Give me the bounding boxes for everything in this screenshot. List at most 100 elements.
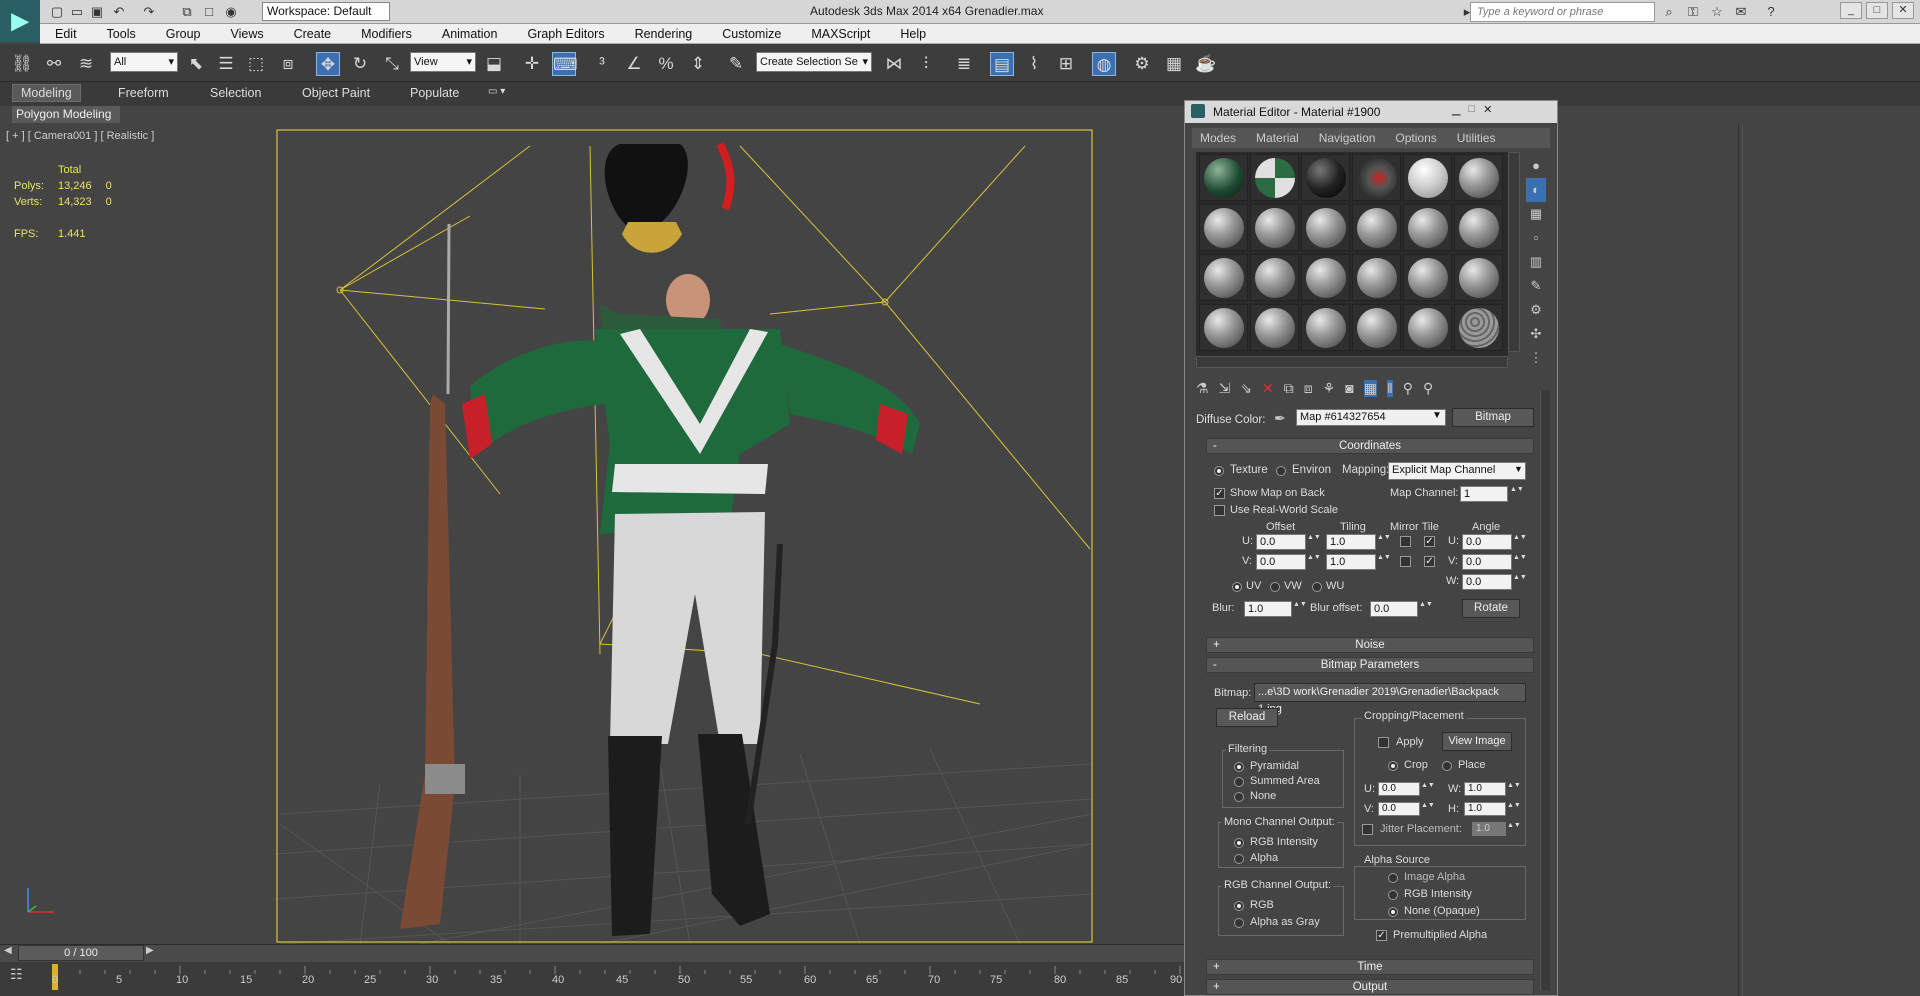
tab-selection[interactable]: Selection bbox=[210, 86, 261, 100]
alpha-rgb-intensity-radio[interactable] bbox=[1388, 890, 1398, 900]
make-unique-icon[interactable]: ⧈ bbox=[1304, 380, 1313, 397]
place-radio[interactable] bbox=[1442, 761, 1452, 771]
spinner-arrows-icon[interactable]: ▲▼ bbox=[1513, 574, 1527, 590]
sample-slot[interactable] bbox=[1301, 204, 1350, 251]
vw-radio[interactable] bbox=[1270, 582, 1280, 592]
render-setup-icon[interactable]: ⚙ bbox=[1130, 52, 1154, 76]
environ-radio[interactable] bbox=[1276, 466, 1286, 476]
menu-create[interactable]: Create bbox=[279, 27, 347, 41]
apply-checkbox[interactable] bbox=[1378, 737, 1389, 748]
put-to-library-icon[interactable]: ⚘ bbox=[1323, 380, 1336, 397]
move-icon[interactable]: ✥ bbox=[316, 52, 340, 76]
menu-help[interactable]: Help bbox=[885, 27, 941, 41]
tiling-u-spinner[interactable]: 1.0 bbox=[1326, 534, 1376, 550]
sample-slot[interactable] bbox=[1403, 154, 1452, 201]
tab-object-paint[interactable]: Object Paint bbox=[302, 86, 370, 100]
window-crossing-icon[interactable]: ⧈ bbox=[276, 52, 300, 76]
wu-radio[interactable] bbox=[1312, 582, 1322, 592]
offset-u-spinner[interactable]: 0.0 bbox=[1256, 534, 1306, 550]
image-alpha-radio[interactable] bbox=[1388, 873, 1398, 883]
crop-w-spinner[interactable]: 1.0 bbox=[1464, 782, 1506, 796]
med-maximize-button[interactable]: □ bbox=[1468, 103, 1475, 116]
spinner-arrows-icon[interactable]: ▲▼ bbox=[1507, 782, 1521, 796]
go-to-parent-icon[interactable]: ⚲ bbox=[1403, 380, 1413, 397]
mono-rgb-intensity-radio[interactable] bbox=[1234, 838, 1244, 848]
none-opaque-radio[interactable] bbox=[1388, 907, 1398, 917]
backlight-icon[interactable]: ◐ bbox=[1526, 178, 1546, 202]
map-type-button[interactable]: Bitmap bbox=[1452, 408, 1534, 427]
summed-area-radio[interactable] bbox=[1234, 777, 1244, 787]
ribbon-panel-polygon-modeling[interactable]: Polygon Modeling bbox=[12, 106, 120, 123]
material-map-navigator-icon[interactable]: ⋮ bbox=[1526, 346, 1546, 370]
spinner-arrows-icon[interactable]: ▲▼ bbox=[1421, 802, 1435, 816]
project-icon[interactable]: ◉ bbox=[222, 3, 240, 21]
time-slider-prev-icon[interactable]: ◀ bbox=[4, 945, 12, 956]
spinner-snap-icon[interactable]: ⇕ bbox=[686, 52, 710, 76]
med-minimize-button[interactable]: ▁ bbox=[1452, 103, 1460, 116]
crop-radio[interactable] bbox=[1388, 761, 1398, 771]
key-icon[interactable]: ⚿ bbox=[1684, 3, 1702, 21]
menu-maxscript[interactable]: MAXScript bbox=[796, 27, 885, 41]
spinner-arrows-icon[interactable]: ▲▼ bbox=[1513, 554, 1527, 570]
sample-uv-tiling-icon[interactable]: ▫ bbox=[1526, 226, 1546, 250]
angle-w-spinner[interactable]: 0.0 bbox=[1462, 574, 1512, 590]
scale-icon[interactable]: ⤡ bbox=[380, 52, 404, 76]
bitmap-parameters-rollout-header[interactable]: - Bitmap Parameters bbox=[1206, 657, 1534, 673]
mono-alpha-radio[interactable] bbox=[1234, 854, 1244, 864]
tiling-v-spinner[interactable]: 1.0 bbox=[1326, 554, 1376, 570]
menu-edit[interactable]: Edit bbox=[40, 27, 92, 41]
noise-rollout-header[interactable]: + Noise bbox=[1206, 637, 1534, 653]
select-by-name-icon[interactable]: ☰ bbox=[214, 52, 238, 76]
select-by-material-icon[interactable]: ✣ bbox=[1526, 322, 1546, 346]
get-material-icon[interactable]: ⚗ bbox=[1196, 380, 1209, 397]
sample-slot[interactable] bbox=[1454, 154, 1503, 201]
binoculars-icon[interactable]: ⌕ bbox=[1660, 3, 1678, 21]
sample-slot[interactable] bbox=[1352, 254, 1401, 301]
menu-views[interactable]: Views bbox=[215, 27, 278, 41]
coordinates-rollout-header[interactable]: - Coordinates bbox=[1206, 438, 1534, 454]
offset-v-spinner[interactable]: 0.0 bbox=[1256, 554, 1306, 570]
time-slider[interactable] bbox=[0, 944, 1185, 962]
select-manipulate-icon[interactable]: ✛ bbox=[520, 52, 544, 76]
premultiplied-alpha-checkbox[interactable]: ✓ bbox=[1376, 930, 1387, 941]
spinner-arrows-icon[interactable]: ▲▼ bbox=[1377, 534, 1391, 550]
menu-graph-editors[interactable]: Graph Editors bbox=[512, 27, 619, 41]
tile-v-checkbox[interactable]: ✓ bbox=[1424, 556, 1435, 567]
sample-slot[interactable] bbox=[1352, 204, 1401, 251]
med-menu-modes[interactable]: Modes bbox=[1200, 128, 1236, 148]
render-production-icon[interactable]: ☕ bbox=[1194, 52, 1218, 76]
selection-filter-dropdown[interactable]: All bbox=[110, 52, 178, 72]
sample-slots-vscrollbar[interactable] bbox=[1508, 152, 1520, 352]
menu-tools[interactable]: Tools bbox=[92, 27, 151, 41]
percent-snap-icon[interactable]: % bbox=[654, 52, 678, 76]
align-icon[interactable]: ⫶ bbox=[914, 52, 938, 76]
app-logo-button[interactable]: ▶ bbox=[0, 0, 40, 42]
tile-u-checkbox[interactable]: ✓ bbox=[1424, 536, 1435, 547]
mini-curve-editor-icon[interactable]: ☷ bbox=[10, 966, 34, 988]
reset-map-icon[interactable]: ✕ bbox=[1262, 380, 1274, 397]
show-shaded-material-icon[interactable]: ▦ bbox=[1363, 380, 1377, 397]
keyboard-shortcut-override-icon[interactable]: ⌨ bbox=[552, 52, 578, 76]
view-image-button[interactable]: View Image bbox=[1442, 732, 1512, 751]
ribbon-options-icon[interactable]: ▭ ▾ bbox=[488, 86, 505, 97]
sample-slot[interactable] bbox=[1199, 204, 1248, 251]
curve-editor-icon[interactable]: ⌇ bbox=[1022, 52, 1046, 76]
sample-slot[interactable] bbox=[1199, 254, 1248, 301]
med-close-button[interactable]: ✕ bbox=[1483, 103, 1492, 116]
tab-populate[interactable]: Populate bbox=[410, 86, 459, 100]
map-name-field[interactable]: Map #614327654 bbox=[1296, 409, 1446, 426]
sample-slot[interactable] bbox=[1403, 204, 1452, 251]
time-rollout-header[interactable]: + Time bbox=[1206, 959, 1534, 975]
crop-v-spinner[interactable]: 0.0 bbox=[1378, 802, 1420, 816]
hold-icon[interactable]: ⧉ bbox=[178, 3, 196, 21]
link-icon[interactable]: ⛓ bbox=[10, 52, 34, 76]
pivot-center-icon[interactable]: ⬓ bbox=[482, 52, 506, 76]
med-menu-options[interactable]: Options bbox=[1395, 128, 1436, 148]
communication-icon[interactable]: ✉ bbox=[1732, 3, 1750, 21]
open-file-icon[interactable]: ▭ bbox=[68, 3, 86, 21]
spinner-arrows-icon[interactable]: ▲▼ bbox=[1421, 782, 1435, 796]
bind-space-warp-icon[interactable]: ≋ bbox=[74, 52, 98, 76]
blur-offset-spinner[interactable]: 0.0 bbox=[1370, 601, 1418, 617]
rendered-frame-window-icon[interactable]: ▦ bbox=[1162, 52, 1186, 76]
spinner-arrows-icon[interactable]: ▲▼ bbox=[1507, 802, 1521, 816]
